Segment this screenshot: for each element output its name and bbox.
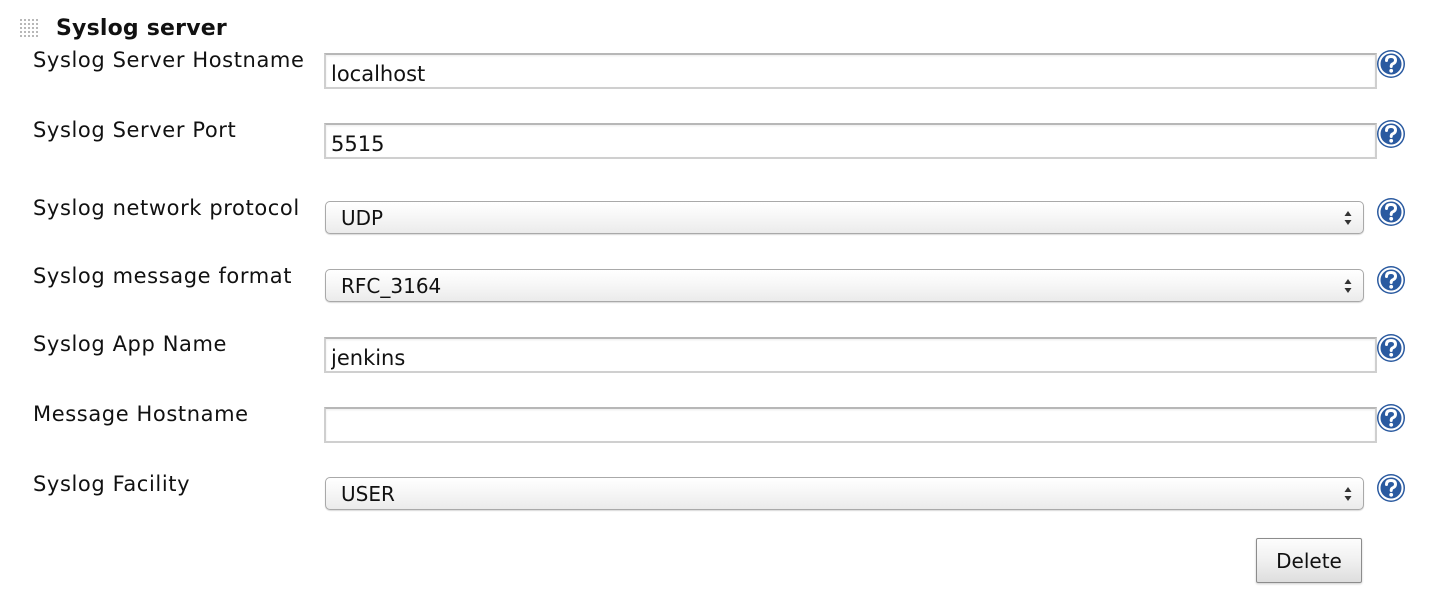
help-icon[interactable]	[1376, 119, 1406, 149]
protocol-label: Syslog network protocol	[33, 196, 300, 220]
app-name-label: Syslog App Name	[33, 332, 228, 356]
section-title: Syslog server	[56, 15, 227, 41]
protocol-selected-value: UDP	[341, 205, 384, 230]
protocol-select[interactable]: UDP	[325, 201, 1364, 234]
message-hostname-label: Message Hostname	[33, 402, 249, 426]
help-icon[interactable]	[1376, 403, 1406, 433]
drag-handle-icon[interactable]	[18, 17, 40, 39]
format-selected-value: RFC_3164	[341, 273, 442, 298]
up-down-arrows-icon	[1344, 487, 1352, 501]
delete-button[interactable]: Delete	[1256, 538, 1362, 583]
format-select[interactable]: RFC_3164	[325, 269, 1364, 302]
format-label: Syslog message format	[33, 264, 293, 288]
port-input[interactable]	[324, 123, 1377, 159]
help-icon[interactable]	[1376, 197, 1406, 227]
facility-select[interactable]: USER	[325, 477, 1364, 510]
facility-label: Syslog Facility	[33, 472, 191, 496]
message-hostname-input[interactable]	[324, 407, 1377, 443]
syslog-server-panel: Syslog server Syslog Server Hostname Sys…	[0, 0, 1454, 612]
port-label: Syslog Server Port	[33, 118, 237, 142]
help-icon[interactable]	[1376, 333, 1406, 363]
hostname-input[interactable]	[324, 53, 1377, 89]
facility-selected-value: USER	[341, 481, 395, 506]
app-name-input[interactable]	[324, 337, 1377, 373]
section-header: Syslog server	[18, 14, 227, 42]
up-down-arrows-icon	[1344, 279, 1352, 293]
help-icon[interactable]	[1376, 49, 1406, 79]
hostname-label: Syslog Server Hostname	[33, 48, 305, 72]
help-icon[interactable]	[1376, 265, 1406, 295]
help-icon[interactable]	[1376, 473, 1406, 503]
up-down-arrows-icon	[1344, 211, 1352, 225]
